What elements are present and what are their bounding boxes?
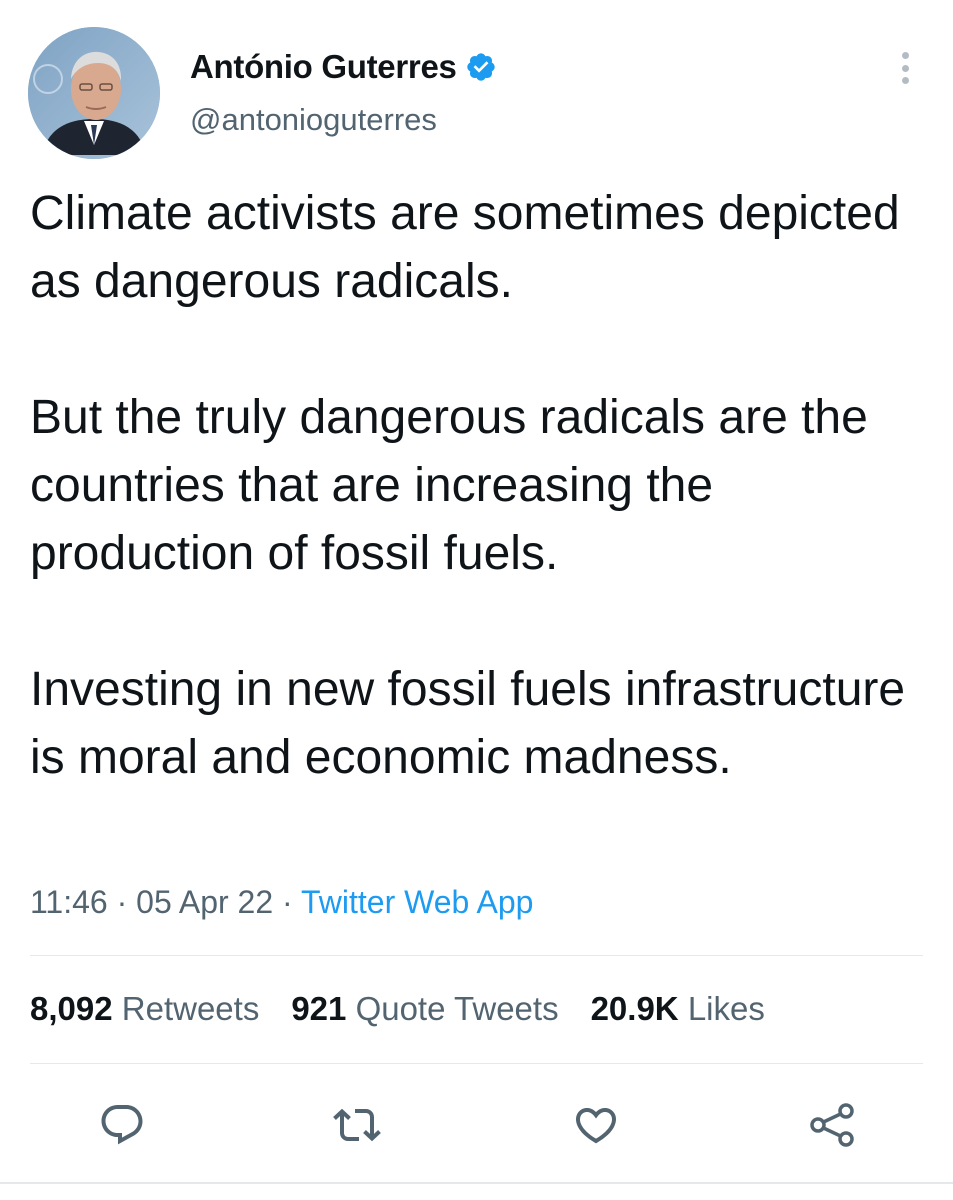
- quote-tweets-label: Quote Tweets: [355, 990, 559, 1027]
- avatar[interactable]: [28, 27, 160, 159]
- like-button[interactable]: [572, 1101, 620, 1149]
- profile-photo-icon: [28, 27, 160, 159]
- retweets-stat[interactable]: 8,092 Retweets: [30, 990, 259, 1028]
- tweet-paragraph: Investing in new fossil fuels infrastruc…: [30, 663, 906, 784]
- action-bar: [0, 1101, 953, 1149]
- like-icon: [575, 1108, 617, 1144]
- likes-stat[interactable]: 20.9K Likes: [591, 990, 765, 1028]
- retweet-icon: [333, 1108, 381, 1142]
- author-name-row[interactable]: António Guterres: [190, 48, 497, 86]
- author-handle[interactable]: @antonioguterres: [190, 102, 437, 138]
- meta-separator: ·: [282, 884, 293, 920]
- likes-count: 20.9K: [590, 990, 679, 1027]
- tweet-metadata: 11:46 · 05 Apr 22 · Twitter Web App: [30, 884, 533, 921]
- more-vertical-icon-dot: [901, 77, 909, 84]
- more-vertical-icon: [901, 52, 909, 59]
- tweet-paragraph: Climate activists are sometimes depicted…: [30, 187, 900, 308]
- share-icon: [810, 1103, 854, 1147]
- tweet-text: Climate activists are sometimes depicted…: [30, 180, 930, 792]
- divider: [30, 955, 923, 956]
- reply-icon: [101, 1105, 143, 1145]
- retweets-count: 8,092: [30, 990, 113, 1027]
- likes-label: Likes: [687, 990, 765, 1027]
- tweet-date[interactable]: 05 Apr 22: [136, 884, 273, 920]
- divider: [0, 1182, 953, 1184]
- share-button[interactable]: [808, 1101, 856, 1149]
- verified-badge-icon: [466, 53, 495, 81]
- meta-separator: ·: [116, 884, 128, 920]
- tweet-time[interactable]: 11:46: [30, 884, 108, 920]
- display-name[interactable]: António Guterres: [190, 48, 457, 86]
- divider: [30, 1063, 923, 1064]
- retweets-label: Retweets: [121, 990, 260, 1027]
- more-vertical-icon-dot: [901, 64, 909, 72]
- tweet-source-link[interactable]: Twitter Web App: [301, 884, 533, 920]
- retweet-button[interactable]: [333, 1101, 381, 1149]
- tweet-detail: António Guterres @antonioguterres Climat…: [0, 0, 953, 1200]
- reply-button[interactable]: [98, 1101, 146, 1149]
- tweet-paragraph: But the truly dangerous radicals are the…: [30, 391, 868, 580]
- quote-tweets-stat[interactable]: 921 Quote Tweets: [291, 990, 558, 1028]
- engagement-stats: 8,092 Retweets 921 Quote Tweets 20.9K Li…: [30, 990, 797, 1028]
- more-options-button[interactable]: [888, 48, 922, 88]
- quote-tweets-count: 921: [291, 990, 347, 1027]
